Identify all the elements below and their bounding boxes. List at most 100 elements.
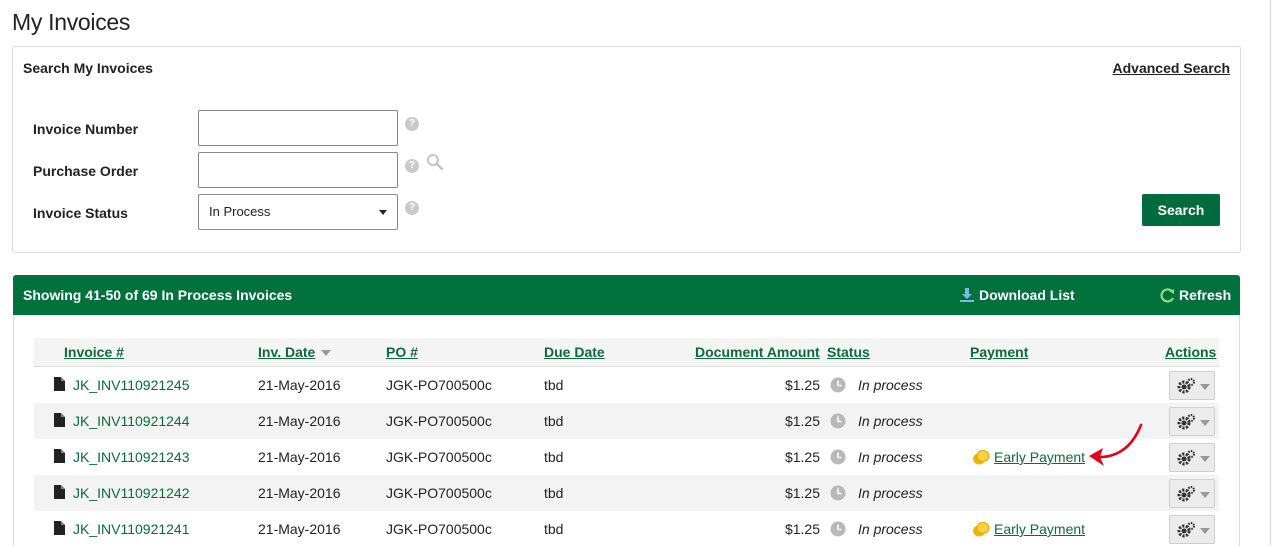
table-row: JK_INV110921243 21-May-2016 JGK-PO700500… <box>34 439 1219 475</box>
status-text: In process <box>858 485 923 501</box>
invoice-number-help-icon[interactable]: ? <box>405 117 419 131</box>
refresh-icon <box>1160 288 1174 303</box>
document-icon <box>54 485 65 499</box>
table-row: JK_INV110921244 21-May-2016 JGK-PO700500… <box>34 403 1219 439</box>
invoice-number-link[interactable]: JK_INV110921243 <box>73 449 190 465</box>
row-actions-button[interactable] <box>1169 479 1215 508</box>
status-text: In process <box>858 377 923 393</box>
po-number: JGK-PO700500c <box>386 377 492 393</box>
invoice-status-select[interactable]: In Process <box>198 194 398 230</box>
refresh-link[interactable]: Refresh <box>1159 287 1231 303</box>
column-header-invoice[interactable]: Invoice # <box>64 344 124 360</box>
row-actions-button[interactable] <box>1169 407 1215 436</box>
purchase-order-label: Purchase Order <box>33 163 139 179</box>
document-amount: $1.25 <box>784 413 820 429</box>
invoice-status-label: Invoice Status <box>33 205 128 221</box>
invoice-number-input[interactable] <box>198 110 398 146</box>
status-text: In process <box>858 449 923 465</box>
table-header: Invoice # Inv. Date PO # Due Date Docume… <box>34 338 1219 367</box>
row-actions-button[interactable] <box>1169 443 1215 472</box>
column-header-inv-date-label: Inv. Date <box>258 344 316 360</box>
column-header-payment[interactable]: Payment <box>970 344 1028 360</box>
caret-down-icon <box>1200 456 1210 462</box>
coin-icon <box>973 450 990 465</box>
due-date: tbd <box>544 449 564 465</box>
due-date: tbd <box>544 485 564 501</box>
gear-icon <box>1177 414 1195 430</box>
invoice-date: 21-May-2016 <box>258 485 341 501</box>
due-date: tbd <box>544 413 564 429</box>
po-number: JGK-PO700500c <box>386 413 492 429</box>
results-count: Showing 41-50 of 69 In Process Invoices <box>23 287 293 303</box>
clock-icon <box>830 413 846 429</box>
caret-down-icon <box>379 210 387 215</box>
sort-desc-icon <box>321 350 332 357</box>
document-icon <box>54 449 65 463</box>
document-icon <box>54 521 65 535</box>
column-header-due-date[interactable]: Due Date <box>544 344 605 360</box>
po-number: JGK-PO700500c <box>386 449 492 465</box>
invoice-number-link[interactable]: JK_INV110921242 <box>73 485 190 501</box>
gear-icon <box>1177 486 1195 502</box>
caret-down-icon <box>1200 420 1210 426</box>
invoice-status-selected-value: In Process <box>209 204 271 219</box>
document-amount: $1.25 <box>784 377 820 393</box>
download-list-link[interactable]: Download List <box>959 287 1075 303</box>
invoice-status-help-icon[interactable]: ? <box>405 201 419 215</box>
gear-icon <box>1177 522 1195 538</box>
early-payment-link[interactable]: Early Payment <box>994 449 1085 465</box>
advanced-search-link[interactable]: Advanced Search <box>1113 60 1231 76</box>
page-scrollbar-edge <box>1270 0 1271 546</box>
invoice-number-link[interactable]: JK_INV110921241 <box>73 521 190 537</box>
magnifier-icon[interactable] <box>426 153 444 171</box>
table-row: JK_INV110921242 21-May-2016 JGK-PO700500… <box>34 475 1219 511</box>
document-icon <box>54 413 65 427</box>
gear-icon <box>1177 450 1195 466</box>
table-row: JK_INV110921241 21-May-2016 JGK-PO700500… <box>34 511 1219 547</box>
column-header-document-amount[interactable]: Document Amount <box>695 344 820 360</box>
clock-icon <box>830 377 846 393</box>
status-text: In process <box>858 413 923 429</box>
search-button[interactable]: Search <box>1142 194 1220 226</box>
caret-down-icon <box>1200 492 1210 498</box>
purchase-order-help-icon[interactable]: ? <box>405 159 419 173</box>
clock-icon <box>830 485 846 501</box>
invoice-date: 21-May-2016 <box>258 413 341 429</box>
column-header-status[interactable]: Status <box>827 344 870 360</box>
download-icon <box>960 288 974 302</box>
due-date: tbd <box>544 377 564 393</box>
results-header: Showing 41-50 of 69 In Process Invoices … <box>13 275 1240 315</box>
early-payment-link[interactable]: Early Payment <box>994 521 1085 537</box>
clock-icon <box>830 449 846 465</box>
purchase-order-input[interactable] <box>198 152 398 188</box>
column-header-po[interactable]: PO # <box>386 344 418 360</box>
document-amount: $1.25 <box>784 449 820 465</box>
invoice-number-link[interactable]: JK_INV110921244 <box>73 413 190 429</box>
gear-icon <box>1177 378 1195 394</box>
invoice-table: Invoice # Inv. Date PO # Due Date Docume… <box>34 338 1219 547</box>
invoice-date: 21-May-2016 <box>258 377 341 393</box>
red-arrow-annotation <box>1089 423 1143 466</box>
invoice-number-link[interactable]: JK_INV110921245 <box>73 377 190 393</box>
search-panel-title: Search My Invoices <box>23 60 153 76</box>
invoice-number-label: Invoice Number <box>33 121 139 137</box>
document-amount: $1.25 <box>784 485 820 501</box>
document-amount: $1.25 <box>784 521 820 537</box>
document-icon <box>54 377 65 391</box>
clock-icon <box>830 521 846 537</box>
row-actions-button[interactable] <box>1169 371 1215 400</box>
invoice-date: 21-May-2016 <box>258 521 341 537</box>
due-date: tbd <box>544 521 564 537</box>
column-header-actions[interactable]: Actions <box>1165 344 1216 360</box>
po-number: JGK-PO700500c <box>386 521 492 537</box>
table-row: JK_INV110921245 21-May-2016 JGK-PO700500… <box>34 367 1219 403</box>
column-header-inv-date[interactable]: Inv. Date <box>258 344 332 360</box>
po-number: JGK-PO700500c <box>386 485 492 501</box>
coin-icon <box>973 522 990 537</box>
invoice-date: 21-May-2016 <box>258 449 341 465</box>
row-actions-button[interactable] <box>1169 515 1215 544</box>
download-list-label: Download List <box>979 287 1075 303</box>
search-panel: Search My Invoices Advanced Search Invoi… <box>12 46 1241 253</box>
caret-down-icon <box>1200 528 1210 534</box>
caret-down-icon <box>1200 384 1210 390</box>
